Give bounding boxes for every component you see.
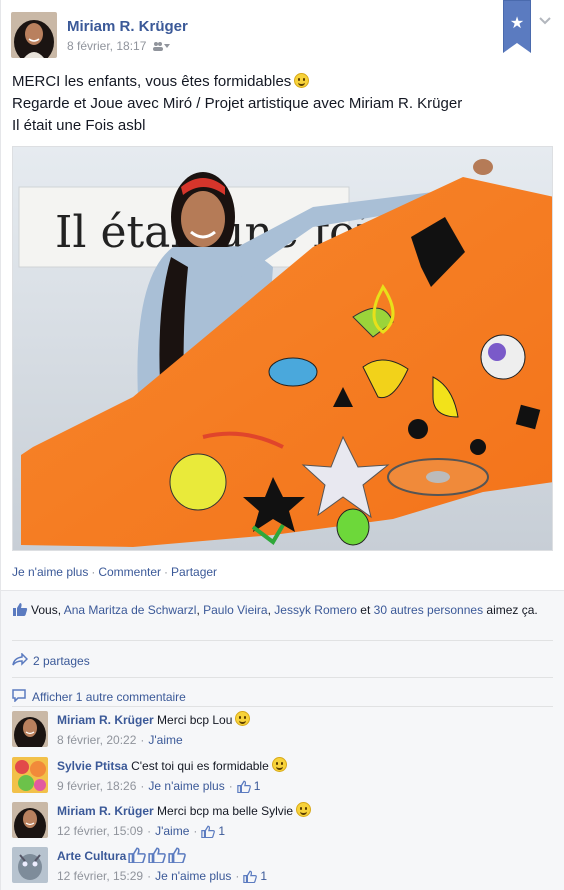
comment-like-count[interactable]: 1 xyxy=(260,868,267,884)
post-message: MERCI les enfants, vous êtes formidables… xyxy=(12,71,552,137)
commenter-avatar[interactable] xyxy=(12,802,48,838)
share-link[interactable]: Partager xyxy=(171,565,217,579)
commenter-name[interactable]: Miriam R. Krüger xyxy=(57,804,154,818)
thumbs-emoticons xyxy=(128,847,187,863)
message-line-2: Regarde et Joue avec Miró / Projet artis… xyxy=(12,95,463,112)
comment-like-link[interactable]: Je n'aime plus xyxy=(155,868,231,884)
likes-summary: Vous, Ana Maritza de Schwarzl, Paulo Vie… xyxy=(12,601,547,621)
like-thumb-icon xyxy=(201,825,216,838)
others-likers-link[interactable]: 30 autres personnes xyxy=(374,603,483,617)
comment: Arte Cultura 12 février, 15:29 · Je n'aime… xyxy=(12,847,553,887)
commenter-name[interactable]: Sylvie Ptitsa xyxy=(57,759,128,773)
liker-link[interactable]: Jessyk Romero xyxy=(274,603,357,617)
like-thumb-icon xyxy=(168,847,187,863)
comment-date[interactable]: 9 février, 18:26 xyxy=(57,778,136,794)
commenter-name[interactable]: Miriam R. Krüger xyxy=(57,713,154,727)
like-thumb-icon xyxy=(148,847,167,863)
unlike-link[interactable]: Je n'aime plus xyxy=(12,565,88,579)
like-thumb-icon xyxy=(12,602,28,621)
author-avatar[interactable] xyxy=(11,12,57,58)
comment-link[interactable]: Commenter xyxy=(98,565,161,579)
smiley-icon xyxy=(271,757,287,772)
like-thumb-icon xyxy=(236,780,251,793)
chevron-down-icon[interactable] xyxy=(539,14,551,28)
post-meta: 8 février, 18:17 xyxy=(67,39,188,53)
post-photo[interactable]: Il était une fois xyxy=(12,146,553,551)
smiley-icon xyxy=(296,802,312,817)
post-actions: Je n'aime plus · Commenter · Partager xyxy=(12,565,218,579)
post-timestamp[interactable]: 8 février, 18:17 xyxy=(67,39,146,53)
comment: Miriam R. Krüger Merci bcp ma belle Sylv… xyxy=(12,802,553,842)
commenter-avatar[interactable] xyxy=(12,757,48,793)
ufi-panel: Vous, Ana Maritza de Schwarzl, Paulo Vie… xyxy=(1,590,564,890)
smiley-icon xyxy=(235,711,251,726)
liker-link[interactable]: Paulo Vieira xyxy=(203,603,268,617)
author-name[interactable]: Miriam R. Krüger xyxy=(67,18,188,35)
post-header: Miriam R. Krüger 8 février, 18:17 xyxy=(11,12,188,60)
comment-text: Merci bcp ma belle Sylvie xyxy=(157,804,294,818)
commenter-name[interactable]: Arte Cultura xyxy=(57,849,126,863)
comment: Sylvie Ptitsa C'est toi qui es formidabl… xyxy=(12,757,553,797)
shares-link[interactable]: 2 partages xyxy=(12,652,90,669)
commenter-avatar[interactable] xyxy=(12,847,48,883)
like-thumb-icon xyxy=(128,847,147,863)
share-arrow-icon xyxy=(12,652,29,669)
comment-like-link[interactable]: J'aime xyxy=(148,732,182,748)
show-more-comments[interactable]: Afficher 1 autre commentaire xyxy=(12,689,186,705)
feed-post: Miriam R. Krüger 8 février, 18:17 ★ MERC… xyxy=(0,0,564,890)
comment-like-link[interactable]: Je n'aime plus xyxy=(148,778,224,794)
comment-text: C'est toi qui es formidable xyxy=(131,759,269,773)
like-thumb-icon xyxy=(243,870,258,883)
comment-text: Merci bcp Lou xyxy=(157,713,233,727)
comment-like-count[interactable]: 1 xyxy=(254,778,261,794)
comment-date[interactable]: 12 février, 15:09 xyxy=(57,823,143,839)
comment-bubble-icon xyxy=(12,689,26,705)
audience-icon[interactable] xyxy=(152,41,171,51)
comment-date[interactable]: 12 février, 15:29 xyxy=(57,868,143,884)
smiley-icon xyxy=(294,73,310,88)
comment: Miriam R. Krüger Merci bcp Lou 8 février… xyxy=(12,711,553,751)
liker-link[interactable]: Ana Maritza de Schwarzl xyxy=(64,603,197,617)
star-ribbon[interactable]: ★ xyxy=(503,0,531,53)
comment-date[interactable]: 8 février, 20:22 xyxy=(57,732,136,748)
comment-like-link[interactable]: J'aime xyxy=(155,823,189,839)
star-icon: ★ xyxy=(509,15,525,32)
comment-like-count[interactable]: 1 xyxy=(218,823,225,839)
message-line-1: MERCI les enfants, vous êtes formidables xyxy=(12,73,292,90)
commenter-avatar[interactable] xyxy=(12,711,48,747)
message-line-3: Il était une Fois asbl xyxy=(12,117,146,134)
